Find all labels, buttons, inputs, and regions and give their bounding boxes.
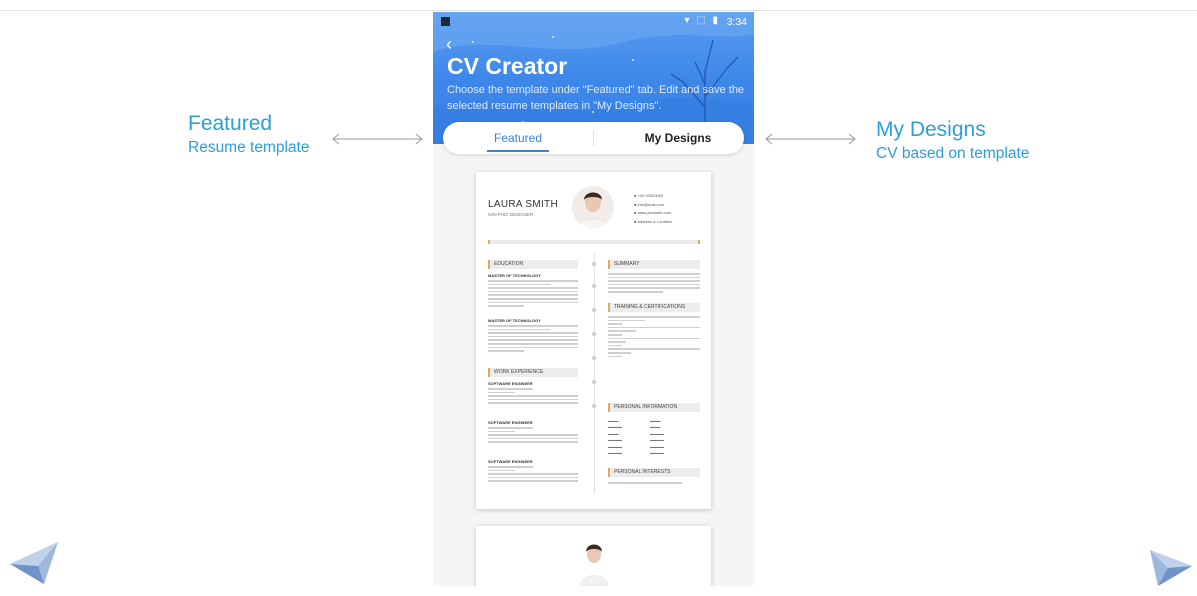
section-personal-interests: PERSONAL INTERESTS [608, 468, 700, 477]
resume-avatar [572, 186, 614, 228]
section-education: EDUCATION [488, 260, 578, 269]
app-description: Choose the template under "Featured" tab… [447, 84, 745, 112]
resume-name: LAURA SMITH [488, 199, 558, 210]
work-item-title: SOFTWARE ENGINEER [488, 459, 533, 464]
resume-divider-bar [488, 240, 700, 244]
interests-text [608, 482, 700, 486]
timeline-dot [592, 404, 596, 408]
resume-email: info@mail.com [634, 201, 672, 210]
work-item-text [488, 427, 578, 445]
tab-divider [593, 130, 594, 146]
resume-contact: +00 00000000 info@mail.com www.yourweb.c… [634, 192, 672, 226]
resume-role: GRAPHIC DESIGNER [488, 212, 534, 217]
resume-timeline [594, 254, 595, 494]
tab-my-designs[interactable]: My Designs [623, 122, 733, 154]
resume-avatar-2 [579, 544, 609, 586]
section-summary: SUMMARY [608, 260, 700, 269]
app-title: CV Creator [447, 53, 568, 79]
education-item-title: MASTER OF TECHNOLOGY [488, 273, 541, 278]
resume-template-card[interactable]: LAURA SMITH GRAPHIC DESIGNER +00 0000000… [476, 172, 711, 509]
timeline-dot [592, 262, 596, 266]
summary-text [608, 273, 700, 295]
tab-featured[interactable]: Featured [473, 122, 563, 154]
education-item-text [488, 325, 578, 354]
my-designs-annotation-subtitle: CV based on template [876, 145, 1030, 162]
timeline-dot [592, 284, 596, 288]
work-item-text [488, 466, 578, 484]
paper-plane-left-icon[interactable] [8, 540, 62, 586]
personal-info-table: ▬▬▬ ▬▬▬▬ ▬▬▬ ▬▬▬▬ ▬▬▬▬ ▬▬▬▬ ▬▬▬ ▬▬▬ ▬▬▬▬ ▬▬▬▬ ▬▬▬▬… [608, 419, 664, 456]
phone-screen: ▾ ⬚ ▮ 3:34 ‹ CV Creator Choose the templ… [433, 12, 754, 586]
notification-icon [441, 17, 450, 26]
timeline-dot [592, 356, 596, 360]
section-training: TRAINING & CERTIFICATIONS [608, 303, 700, 312]
timeline-dot [592, 332, 596, 336]
timeline-dot [592, 308, 596, 312]
work-item-title: SOFTWARE ENGINEER [488, 420, 533, 425]
tab-bar: Featured My Designs [443, 122, 744, 154]
work-item-text [488, 388, 578, 406]
section-personal-information: PERSONAL INFORMATION [608, 403, 700, 412]
resume-address: Address & Location [634, 218, 672, 227]
status-time: 3:34 [726, 16, 747, 28]
status-bar: ▾ ⬚ ▮ 3:34 [433, 12, 754, 32]
my-designs-annotation-title: My Designs [876, 118, 986, 141]
resume-phone: +00 00000000 [634, 192, 672, 201]
double-arrow-left-icon [332, 133, 423, 145]
education-item-text [488, 280, 578, 309]
work-item-title: SOFTWARE ENGINEER [488, 381, 533, 386]
back-arrow-icon[interactable]: ‹ [446, 34, 452, 55]
double-arrow-right-icon [765, 133, 856, 145]
section-work-experience: WORK EXPERIENCE [488, 368, 578, 377]
education-item-title: MASTER OF TECHNOLOGY [488, 318, 541, 323]
resume-template-card-2[interactable] [476, 526, 711, 586]
paper-plane-right-icon[interactable] [1148, 548, 1194, 588]
training-text [608, 316, 700, 359]
featured-annotation-subtitle: Resume template [188, 139, 310, 156]
status-icons: ▾ ⬚ ▮ [684, 15, 720, 26]
timeline-dot [592, 380, 596, 384]
featured-annotation-title: Featured [188, 112, 273, 135]
resume-website: www.yourweb.com [634, 209, 672, 218]
top-divider [0, 10, 1197, 11]
